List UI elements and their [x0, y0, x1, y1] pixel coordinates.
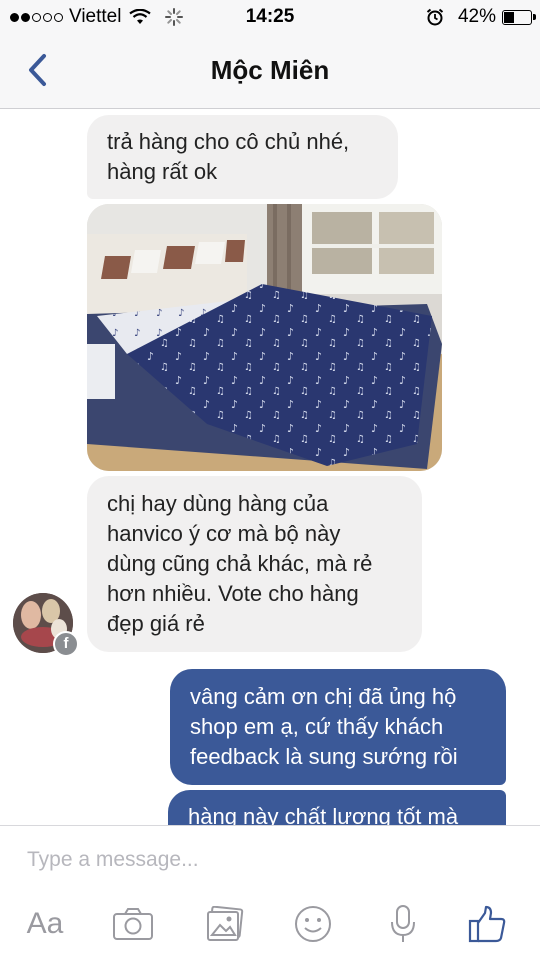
battery-percent: 42% — [457, 6, 496, 27]
message-line: vâng cảm ơn chị đã ủng hộ — [190, 684, 457, 709]
status-bar: Viettel 14:25 42% — [0, 0, 540, 36]
facebook-badge-icon: f — [53, 631, 79, 657]
bed-photo-attachment[interactable]: ♪ ♫ ♪ — [87, 204, 442, 471]
microphone-icon[interactable] — [380, 901, 426, 947]
conversation-header: Mộc Miên — [0, 36, 540, 109]
camera-icon[interactable] — [110, 901, 156, 947]
message-line: hơn nhiều. Vote cho hàng — [107, 581, 359, 606]
message-line: feedback là sung sướng rồi — [190, 744, 458, 769]
message-line: đẹp giá rẻ — [107, 611, 205, 636]
alarm-icon — [426, 8, 444, 26]
message-line: dùng cũng chả khác, mà rẻ — [107, 551, 373, 576]
bed-photo: ♪ ♫ ♪ — [87, 204, 442, 471]
battery-icon — [502, 9, 536, 25]
message-input[interactable]: Type a message... — [27, 848, 199, 872]
message-line: chị hay dùng hàng của — [107, 491, 329, 516]
message-list[interactable]: trả hàng cho cô chủ nhé, hàng rất ok ♪ ♫… — [0, 109, 540, 825]
like-icon[interactable] — [464, 901, 510, 947]
aa-icon[interactable]: Aa — [22, 901, 68, 947]
message-composer: Type a message... Aa — [0, 825, 540, 961]
outgoing-message[interactable]: hàng này chất lượng tốt mà — [168, 790, 506, 825]
message-line: hanvico ý cơ mà bộ này — [107, 521, 341, 546]
incoming-message[interactable]: chị hay dùng hàng của hanvico ý cơ mà bộ… — [87, 476, 422, 652]
contact-name[interactable]: Mộc Miên — [0, 55, 540, 86]
message-line: hàng này chất lượng tốt mà — [188, 804, 459, 825]
outgoing-message[interactable]: vâng cảm ơn chị đã ủng hộ shop em ạ, cứ … — [170, 669, 506, 785]
gallery-icon[interactable] — [202, 901, 248, 947]
incoming-message[interactable]: trả hàng cho cô chủ nhé, hàng rất ok — [87, 115, 398, 199]
message-line: trả hàng cho cô chủ nhé, — [107, 129, 350, 154]
message-line: shop em ạ, cứ thấy khách — [190, 714, 444, 739]
message-line: hàng rất ok — [107, 159, 218, 184]
battery-group: 42% — [426, 6, 536, 28]
emoji-icon[interactable] — [290, 901, 336, 947]
